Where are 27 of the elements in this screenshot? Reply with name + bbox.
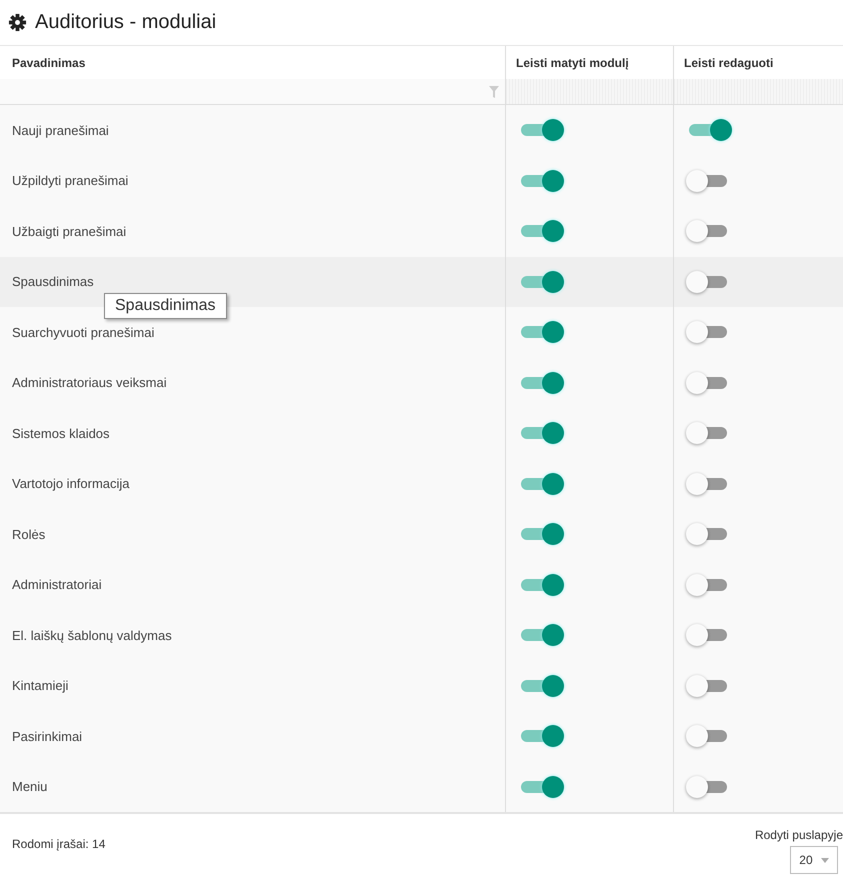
module-name: Pasirinkimai <box>12 728 82 744</box>
module-name: Vartotojo informacija <box>12 476 130 492</box>
column-header[interactable]: Pavadinimas <box>12 56 86 70</box>
filter-cell[interactable] <box>673 79 843 104</box>
module-name: Nauji pranešimai <box>12 122 109 138</box>
module-name: Spausdinimas <box>12 274 94 290</box>
column-header[interactable]: Leisti matyti modulį <box>516 56 629 70</box>
module-name: Sistemos klaidos <box>12 426 110 441</box>
page-title: Auditorius - moduliai <box>35 11 216 34</box>
module-name: Užbaigti pranešimai <box>12 224 126 239</box>
gear-icon <box>8 13 27 32</box>
caret-icon <box>820 858 829 862</box>
filter-icon[interactable] <box>489 86 499 98</box>
tooltip: Spausdinimas <box>104 292 226 318</box>
page-size-select[interactable]: 20 <box>790 846 838 874</box>
module-name: Rolės <box>12 526 46 542</box>
module-name: Užpildyti pranešimai <box>12 173 128 188</box>
record-count: Rodomi įrašai: 14 <box>12 837 106 851</box>
module-name: El. laiškų šablonų valdymas <box>12 628 172 643</box>
page-size-label: Rodyti puslapyje <box>754 828 843 842</box>
module-name: Suarchyvuoti pranešimai <box>12 324 154 340</box>
filter-cell[interactable] <box>505 79 673 104</box>
module-name: Kintamieji <box>12 678 68 694</box>
module-name: Administratoriaus veiksmai <box>12 375 167 390</box>
module-name: Meniu <box>12 779 48 794</box>
column-header[interactable]: Leisti redaguoti <box>684 56 774 70</box>
module-name: Administratoriai <box>12 577 102 592</box>
